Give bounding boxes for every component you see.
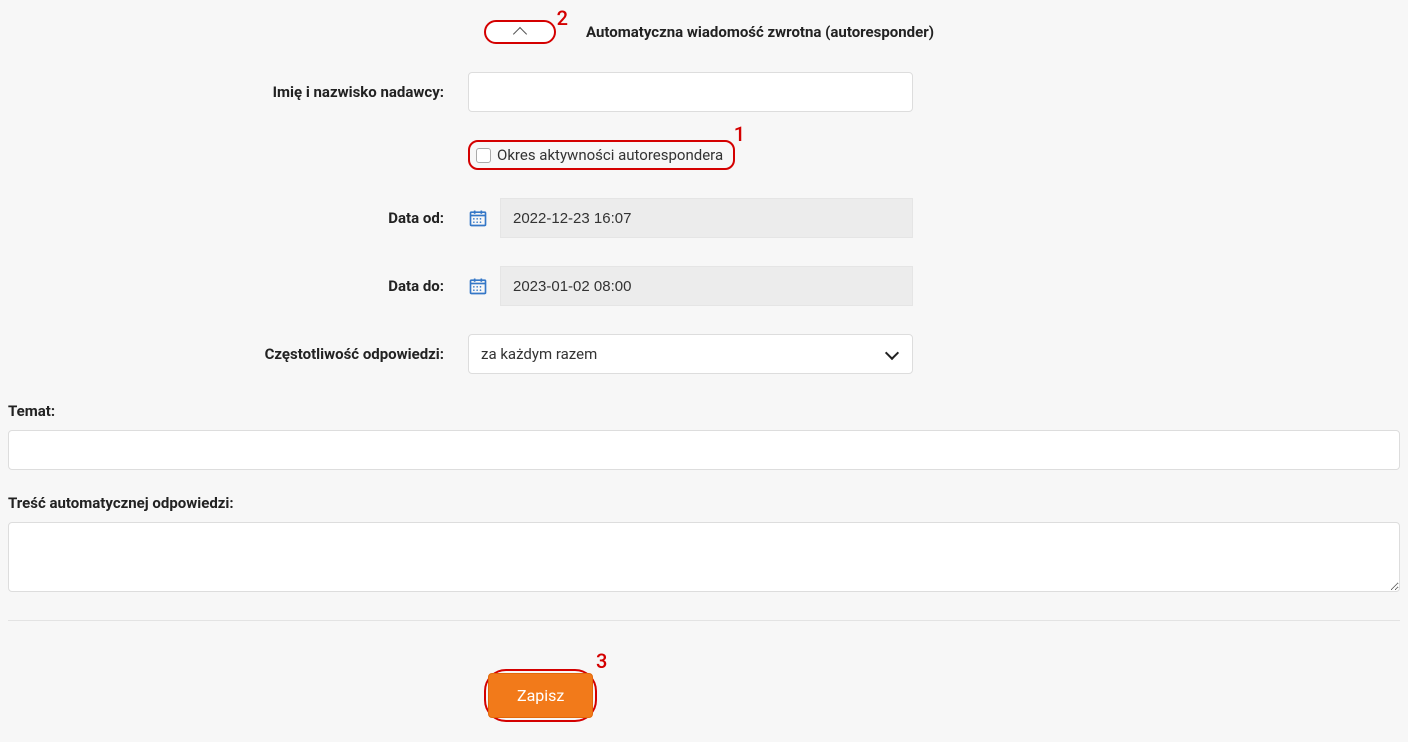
annotation-2: 2 xyxy=(557,6,568,30)
subject-input[interactable] xyxy=(8,430,1400,470)
sender-name-input[interactable] xyxy=(468,72,913,112)
save-button[interactable]: Zapisz xyxy=(488,673,593,718)
collapse-toggle[interactable]: 2 xyxy=(484,20,556,44)
calendar-icon[interactable] xyxy=(468,198,500,238)
label-date-from: Data od: xyxy=(8,209,468,227)
checkbox-icon xyxy=(476,148,491,163)
activity-period-checkbox-wrapper[interactable]: Okres aktywności autorespondera 1 xyxy=(468,140,735,170)
annotation-1: 1 xyxy=(734,122,745,146)
label-frequency: Częstotliwość odpowiedzi: xyxy=(8,345,468,363)
date-to-input[interactable] xyxy=(500,266,913,306)
label-date-to: Data do: xyxy=(8,277,468,295)
label-body: Treść automatycznej odpowiedzi: xyxy=(8,494,1400,512)
label-subject: Temat: xyxy=(8,402,1400,420)
frequency-select[interactable]: za każdym razem xyxy=(468,334,913,374)
section-title: Automatyczna wiadomość zwrotna (autoresp… xyxy=(586,23,934,41)
label-sender-name: Imię i nazwisko nadawcy: xyxy=(8,83,468,101)
body-textarea[interactable] xyxy=(8,522,1400,592)
frequency-selected-value: za każdym razem xyxy=(481,345,597,363)
divider xyxy=(8,620,1400,621)
chevron-up-icon xyxy=(513,27,527,41)
calendar-icon[interactable] xyxy=(468,266,500,306)
annotation-3: 3 xyxy=(596,649,607,673)
date-from-input[interactable] xyxy=(500,198,913,238)
activity-period-label: Okres aktywności autorespondera xyxy=(497,146,723,164)
save-button-highlight: Zapisz 3 xyxy=(484,669,597,722)
